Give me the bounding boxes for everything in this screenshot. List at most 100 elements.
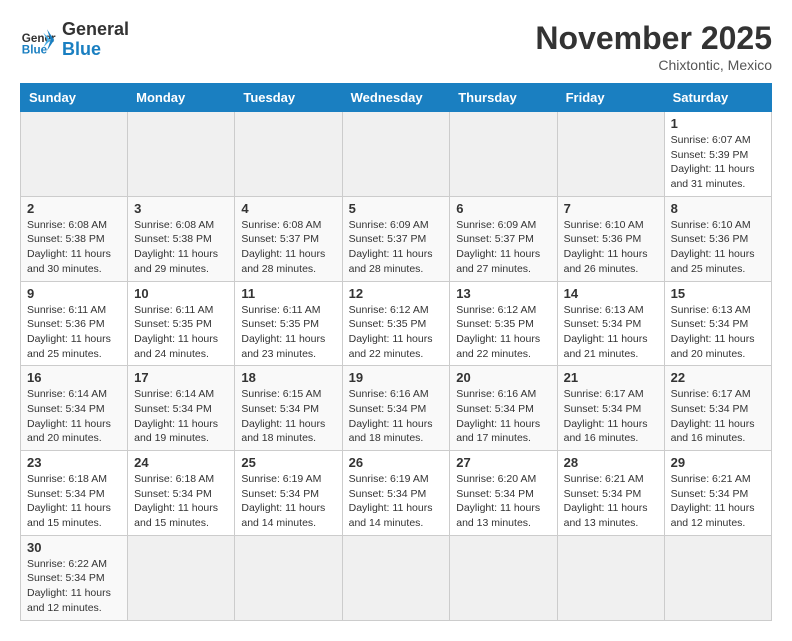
calendar-cell xyxy=(664,535,771,620)
day-number: 2 xyxy=(27,201,121,216)
day-number: 3 xyxy=(134,201,228,216)
calendar-cell: 23 Sunrise: 6:18 AM Sunset: 5:34 PM Dayli… xyxy=(21,451,128,536)
calendar-cell: 8 Sunrise: 6:10 AM Sunset: 5:36 PM Daylig… xyxy=(664,196,771,281)
day-number: 12 xyxy=(349,286,444,301)
calendar-cell xyxy=(235,535,342,620)
day-info: Sunrise: 6:14 AM Sunset: 5:34 PM Dayligh… xyxy=(134,387,228,446)
calendar-cell xyxy=(450,535,557,620)
day-header-tuesday: Tuesday xyxy=(235,84,342,112)
day-info: Sunrise: 6:09 AM Sunset: 5:37 PM Dayligh… xyxy=(456,218,550,277)
calendar-cell: 17 Sunrise: 6:14 AM Sunset: 5:34 PM Dayli… xyxy=(128,366,235,451)
svg-text:Blue: Blue xyxy=(22,43,48,56)
day-number: 22 xyxy=(671,370,765,385)
calendar-cell: 4Sunrise: 6:08 AM Sunset: 5:37 PM Daylig… xyxy=(235,196,342,281)
day-number: 30 xyxy=(27,540,121,555)
calendar-cell xyxy=(557,535,664,620)
calendar-cell xyxy=(128,535,235,620)
calendar-table: SundayMondayTuesdayWednesdayThursdayFrid… xyxy=(20,83,772,621)
calendar-cell: 24Sunrise: 6:18 AM Sunset: 5:34 PM Dayli… xyxy=(128,451,235,536)
day-header-saturday: Saturday xyxy=(664,84,771,112)
day-info: Sunrise: 6:21 AM Sunset: 5:34 PM Dayligh… xyxy=(564,472,658,531)
calendar-cell: 29Sunrise: 6:21 AM Sunset: 5:34 PM Dayli… xyxy=(664,451,771,536)
calendar-cell: 15Sunrise: 6:13 AM Sunset: 5:34 PM Dayli… xyxy=(664,281,771,366)
day-info: Sunrise: 6:12 AM Sunset: 5:35 PM Dayligh… xyxy=(456,303,550,362)
day-info: Sunrise: 6:08 AM Sunset: 5:38 PM Dayligh… xyxy=(134,218,228,277)
day-info: Sunrise: 6:08 AM Sunset: 5:38 PM Dayligh… xyxy=(27,218,121,277)
calendar-cell: 7 Sunrise: 6:10 AM Sunset: 5:36 PM Daylig… xyxy=(557,196,664,281)
calendar-cell: 20Sunrise: 6:16 AM Sunset: 5:34 PM Dayli… xyxy=(450,366,557,451)
calendar-cell: 21 Sunrise: 6:17 AM Sunset: 5:34 PM Dayli… xyxy=(557,366,664,451)
day-info: Sunrise: 6:21 AM Sunset: 5:34 PM Dayligh… xyxy=(671,472,765,531)
day-number: 8 xyxy=(671,201,765,216)
calendar-cell: 14 Sunrise: 6:13 AM Sunset: 5:34 PM Dayli… xyxy=(557,281,664,366)
title-area: November 2025 Chixtontic, Mexico xyxy=(535,20,772,73)
calendar-cell: 1Sunrise: 6:07 AM Sunset: 5:39 PM Daylig… xyxy=(664,112,771,197)
day-number: 18 xyxy=(241,370,335,385)
day-header-thursday: Thursday xyxy=(450,84,557,112)
location: Chixtontic, Mexico xyxy=(535,57,772,73)
calendar-cell: 25 Sunrise: 6:19 AM Sunset: 5:34 PM Dayli… xyxy=(235,451,342,536)
day-number: 28 xyxy=(564,455,658,470)
day-number: 9 xyxy=(27,286,121,301)
day-info: Sunrise: 6:07 AM Sunset: 5:39 PM Dayligh… xyxy=(671,133,765,192)
day-number: 25 xyxy=(241,455,335,470)
calendar-cell xyxy=(342,535,450,620)
calendar-cell: 9 Sunrise: 6:11 AM Sunset: 5:36 PM Daylig… xyxy=(21,281,128,366)
day-info: Sunrise: 6:19 AM Sunset: 5:34 PM Dayligh… xyxy=(241,472,335,531)
calendar-cell: 28 Sunrise: 6:21 AM Sunset: 5:34 PM Dayli… xyxy=(557,451,664,536)
day-header-friday: Friday xyxy=(557,84,664,112)
logo: General Blue General Blue xyxy=(20,20,129,60)
calendar-cell: 3 Sunrise: 6:08 AM Sunset: 5:38 PM Daylig… xyxy=(128,196,235,281)
calendar-week-2: 2 Sunrise: 6:08 AM Sunset: 5:38 PM Daylig… xyxy=(21,196,772,281)
calendar-cell: 10Sunrise: 6:11 AM Sunset: 5:35 PM Dayli… xyxy=(128,281,235,366)
day-info: Sunrise: 6:10 AM Sunset: 5:36 PM Dayligh… xyxy=(564,218,658,277)
day-number: 23 xyxy=(27,455,121,470)
day-number: 26 xyxy=(349,455,444,470)
day-number: 4 xyxy=(241,201,335,216)
day-info: Sunrise: 6:14 AM Sunset: 5:34 PM Dayligh… xyxy=(27,387,121,446)
day-info: Sunrise: 6:13 AM Sunset: 5:34 PM Dayligh… xyxy=(564,303,658,362)
month-title: November 2025 xyxy=(535,20,772,57)
calendar-cell: 13 Sunrise: 6:12 AM Sunset: 5:35 PM Dayli… xyxy=(450,281,557,366)
day-number: 11 xyxy=(241,286,335,301)
calendar-cell: 5Sunrise: 6:09 AM Sunset: 5:37 PM Daylig… xyxy=(342,196,450,281)
calendar-cell xyxy=(128,112,235,197)
calendar-cell xyxy=(557,112,664,197)
day-info: Sunrise: 6:12 AM Sunset: 5:35 PM Dayligh… xyxy=(349,303,444,362)
day-number: 21 xyxy=(564,370,658,385)
calendar-cell: 22 Sunrise: 6:17 AM Sunset: 5:34 PM Dayli… xyxy=(664,366,771,451)
day-number: 17 xyxy=(134,370,228,385)
day-info: Sunrise: 6:20 AM Sunset: 5:34 PM Dayligh… xyxy=(456,472,550,531)
day-number: 14 xyxy=(564,286,658,301)
calendar-cell: 16 Sunrise: 6:14 AM Sunset: 5:34 PM Dayli… xyxy=(21,366,128,451)
calendar-cell: 18 Sunrise: 6:15 AM Sunset: 5:34 PM Dayli… xyxy=(235,366,342,451)
day-info: Sunrise: 6:11 AM Sunset: 5:35 PM Dayligh… xyxy=(134,303,228,362)
day-info: Sunrise: 6:19 AM Sunset: 5:34 PM Dayligh… xyxy=(349,472,444,531)
day-number: 24 xyxy=(134,455,228,470)
calendar-cell: 11 Sunrise: 6:11 AM Sunset: 5:35 PM Dayli… xyxy=(235,281,342,366)
day-info: Sunrise: 6:10 AM Sunset: 5:36 PM Dayligh… xyxy=(671,218,765,277)
day-number: 13 xyxy=(456,286,550,301)
day-info: Sunrise: 6:15 AM Sunset: 5:34 PM Dayligh… xyxy=(241,387,335,446)
day-info: Sunrise: 6:16 AM Sunset: 5:34 PM Dayligh… xyxy=(349,387,444,446)
calendar-cell: 27Sunrise: 6:20 AM Sunset: 5:34 PM Dayli… xyxy=(450,451,557,536)
calendar-cell xyxy=(21,112,128,197)
day-info: Sunrise: 6:18 AM Sunset: 5:34 PM Dayligh… xyxy=(27,472,121,531)
calendar-cell xyxy=(342,112,450,197)
day-number: 7 xyxy=(564,201,658,216)
calendar-week-5: 23 Sunrise: 6:18 AM Sunset: 5:34 PM Dayli… xyxy=(21,451,772,536)
day-info: Sunrise: 6:22 AM Sunset: 5:34 PM Dayligh… xyxy=(27,557,121,616)
day-info: Sunrise: 6:11 AM Sunset: 5:35 PM Dayligh… xyxy=(241,303,335,362)
day-info: Sunrise: 6:17 AM Sunset: 5:34 PM Dayligh… xyxy=(564,387,658,446)
calendar-cell: 26 Sunrise: 6:19 AM Sunset: 5:34 PM Dayli… xyxy=(342,451,450,536)
day-number: 15 xyxy=(671,286,765,301)
page-header: General Blue General Blue November 2025 … xyxy=(20,20,772,73)
calendar-cell: 19Sunrise: 6:16 AM Sunset: 5:34 PM Dayli… xyxy=(342,366,450,451)
day-number: 16 xyxy=(27,370,121,385)
calendar-cell: 2 Sunrise: 6:08 AM Sunset: 5:38 PM Daylig… xyxy=(21,196,128,281)
day-header-monday: Monday xyxy=(128,84,235,112)
day-info: Sunrise: 6:09 AM Sunset: 5:37 PM Dayligh… xyxy=(349,218,444,277)
calendar-week-6: 30 Sunrise: 6:22 AM Sunset: 5:34 PM Dayli… xyxy=(21,535,772,620)
day-info: Sunrise: 6:17 AM Sunset: 5:34 PM Dayligh… xyxy=(671,387,765,446)
day-info: Sunrise: 6:11 AM Sunset: 5:36 PM Dayligh… xyxy=(27,303,121,362)
